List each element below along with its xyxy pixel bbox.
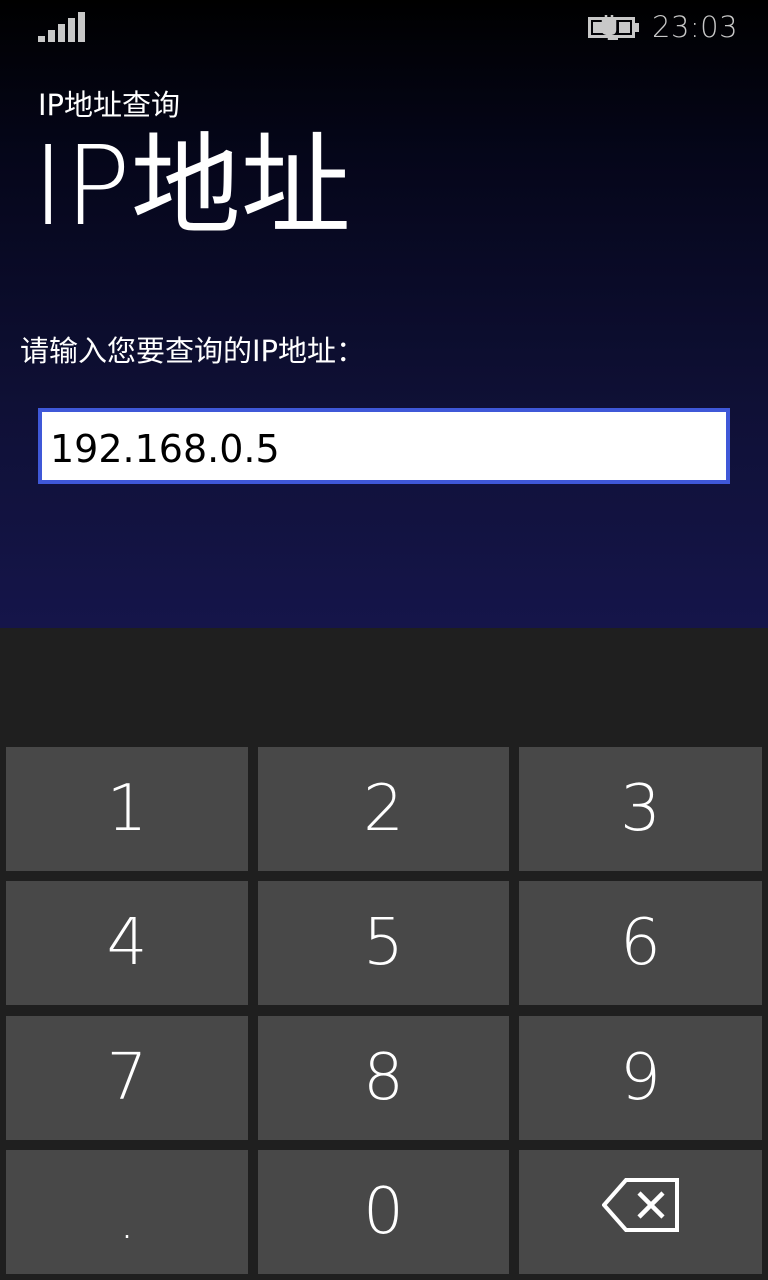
key-6[interactable]: 6 <box>519 881 762 1005</box>
numeric-keyboard: 1 2 3 4 5 6 7 8 9 . 0 <box>0 628 768 1280</box>
phone-screen: 23:03 IP地址查询 IP地址 请输入您要查询的IP地址： 1 2 3 4 … <box>0 0 768 1280</box>
key-dot-label: . <box>119 1194 135 1250</box>
signal-strength-icon <box>38 12 88 42</box>
key-1-label: 1 <box>106 772 148 846</box>
key-0[interactable]: 0 <box>258 1150 509 1274</box>
key-3-label: 3 <box>620 772 661 846</box>
key-2[interactable]: 2 <box>258 747 509 871</box>
page-title: IP地址 <box>32 122 351 250</box>
key-4-label: 4 <box>106 906 148 980</box>
key-2-label: 2 <box>363 772 404 846</box>
key-8[interactable]: 8 <box>258 1016 509 1140</box>
key-7[interactable]: 7 <box>6 1016 248 1140</box>
key-6-label: 6 <box>620 906 661 980</box>
key-dot[interactable]: . <box>6 1150 248 1274</box>
key-9-label: 9 <box>620 1041 661 1115</box>
backspace-icon <box>600 1175 680 1249</box>
key-8-label: 8 <box>363 1041 404 1115</box>
battery-charging-icon <box>588 14 642 41</box>
key-3[interactable]: 3 <box>519 747 762 871</box>
status-bar: 23:03 <box>0 0 768 54</box>
app-title: IP地址查询 <box>38 88 181 122</box>
ip-address-input[interactable] <box>38 408 730 484</box>
key-0-label: 0 <box>363 1175 404 1249</box>
status-clock: 23:03 <box>652 10 739 44</box>
app-page: 23:03 IP地址查询 IP地址 请输入您要查询的IP地址： <box>0 0 768 628</box>
backspace-key[interactable] <box>519 1150 762 1274</box>
key-7-label: 7 <box>106 1041 148 1115</box>
key-5-label: 5 <box>363 906 404 980</box>
key-1[interactable]: 1 <box>6 747 248 871</box>
ip-prompt-label: 请输入您要查询的IP地址： <box>20 334 366 368</box>
key-5[interactable]: 5 <box>258 881 509 1005</box>
key-9[interactable]: 9 <box>519 1016 762 1140</box>
key-4[interactable]: 4 <box>6 881 248 1005</box>
